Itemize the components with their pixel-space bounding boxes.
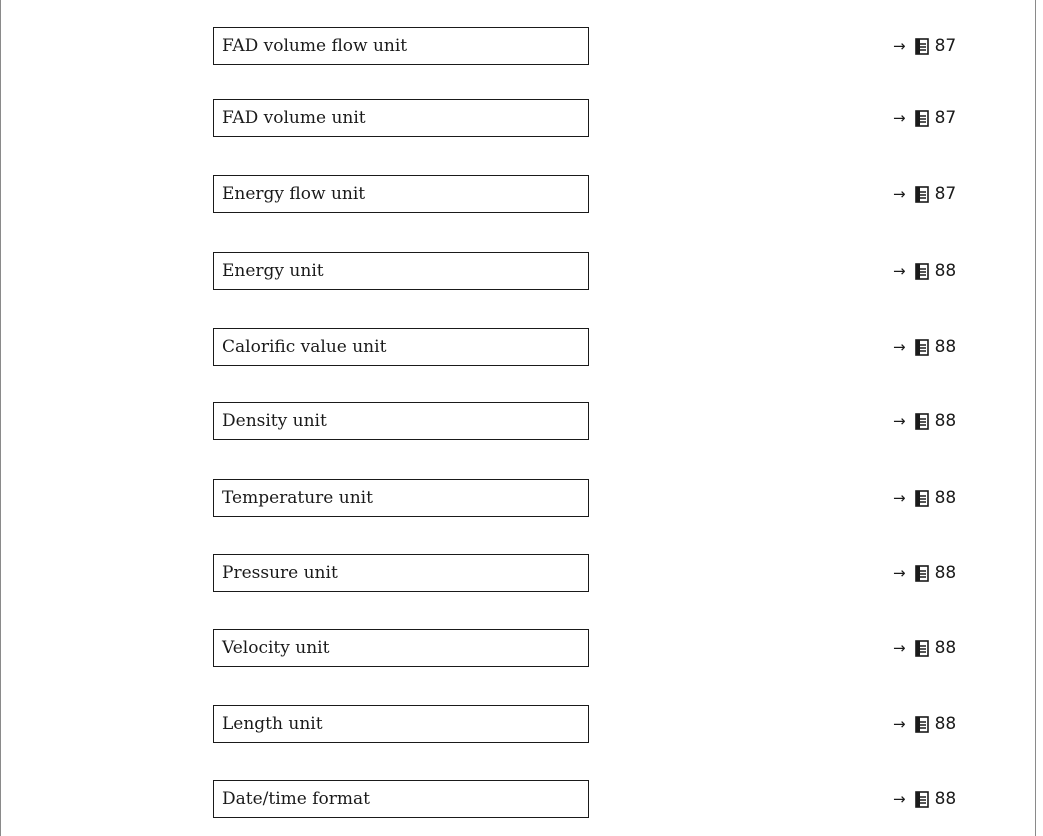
book-icon (914, 262, 929, 280)
page-number: 88 (934, 411, 957, 431)
parameter-box[interactable]: FAD volume unit (213, 99, 589, 137)
parameter-row: Energy unit → 88 (0, 252, 1043, 292)
page-reference-link[interactable]: → 88 (893, 402, 956, 440)
book-icon (914, 37, 929, 55)
arrow-right-icon: → (893, 715, 906, 733)
parameter-box[interactable]: FAD volume flow unit (213, 27, 589, 65)
parameter-box[interactable]: Length unit (213, 705, 589, 743)
book-icon (914, 790, 929, 808)
book-icon (914, 564, 929, 582)
parameter-box[interactable]: Calorific value unit (213, 328, 589, 366)
book-icon (914, 489, 929, 507)
parameter-row: Calorific value unit → 88 (0, 328, 1043, 368)
page-number: 88 (934, 563, 957, 583)
page-reference-link[interactable]: → 88 (893, 328, 956, 366)
parameter-box[interactable]: Date/time format (213, 780, 589, 818)
book-icon (914, 412, 929, 430)
page-number: 88 (934, 488, 957, 508)
page-reference-link[interactable]: → 88 (893, 554, 956, 592)
page-reference-link[interactable]: → 88 (893, 705, 956, 743)
arrow-right-icon: → (893, 564, 906, 582)
parameter-box[interactable]: Temperature unit (213, 479, 589, 517)
arrow-right-icon: → (893, 262, 906, 280)
arrow-right-icon: → (893, 185, 906, 203)
arrow-right-icon: → (893, 109, 906, 127)
parameter-box[interactable]: Energy flow unit (213, 175, 589, 213)
parameter-list: FAD volume flow unit → 87 FAD volume uni… (0, 0, 1043, 836)
page-reference-link[interactable]: → 88 (893, 252, 956, 290)
parameter-row: Velocity unit → 88 (0, 629, 1043, 669)
arrow-right-icon: → (893, 412, 906, 430)
arrow-right-icon: → (893, 790, 906, 808)
page-reference-link[interactable]: → 87 (893, 99, 956, 137)
page-reference-link[interactable]: → 87 (893, 27, 956, 65)
page-number: 88 (934, 337, 957, 357)
parameter-row: Density unit → 88 (0, 402, 1043, 442)
arrow-right-icon: → (893, 489, 906, 507)
parameter-row: FAD volume unit → 87 (0, 99, 1043, 139)
page-reference-link[interactable]: → 88 (893, 629, 956, 667)
parameter-box[interactable]: Energy unit (213, 252, 589, 290)
page-number: 88 (934, 789, 957, 809)
parameter-row: Energy flow unit → 87 (0, 175, 1043, 215)
book-icon (914, 639, 929, 657)
parameter-box[interactable]: Pressure unit (213, 554, 589, 592)
parameter-row: Pressure unit → 88 (0, 554, 1043, 594)
book-icon (914, 109, 929, 127)
page-reference-link[interactable]: → 87 (893, 175, 956, 213)
page-number: 88 (934, 638, 957, 658)
parameter-row: Temperature unit → 88 (0, 479, 1043, 519)
page-number: 87 (934, 108, 957, 128)
page-number: 87 (934, 184, 957, 204)
parameter-row: Date/time format → 88 (0, 780, 1043, 820)
book-icon (914, 715, 929, 733)
page-number: 88 (934, 714, 957, 734)
parameter-box[interactable]: Velocity unit (213, 629, 589, 667)
page-number: 88 (934, 261, 957, 281)
page-number: 87 (934, 36, 957, 56)
book-icon (914, 185, 929, 203)
arrow-right-icon: → (893, 639, 906, 657)
parameter-box[interactable]: Density unit (213, 402, 589, 440)
arrow-right-icon: → (893, 37, 906, 55)
page-reference-link[interactable]: → 88 (893, 479, 956, 517)
parameter-row: FAD volume flow unit → 87 (0, 27, 1043, 67)
arrow-right-icon: → (893, 338, 906, 356)
parameter-row: Length unit → 88 (0, 705, 1043, 745)
book-icon (914, 338, 929, 356)
page-reference-link[interactable]: → 88 (893, 780, 956, 818)
